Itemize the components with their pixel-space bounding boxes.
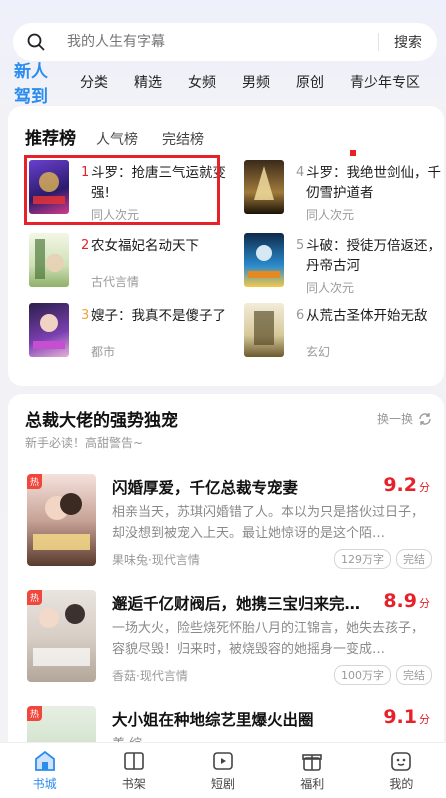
rank-number: 6: [296, 308, 305, 323]
book-cover: [244, 303, 284, 357]
section-title: 总裁大佬的强势独宠: [25, 411, 178, 431]
category-tabs: 新人驾到 分类 精选 女频 男频 原创 青少年专区: [0, 62, 446, 107]
status-badge: 完结: [396, 549, 432, 569]
red-dot-marker: [350, 150, 356, 156]
rank-tag: 古代言情: [91, 275, 140, 289]
rank-item[interactable]: 2 农女福妃名动天下 古代言情: [29, 233, 234, 303]
rank-tag: 同人次元: [306, 208, 355, 222]
hot-badge: 热: [27, 590, 43, 605]
ranking-tabs: 推荐榜 人气榜 完结榜: [25, 124, 228, 149]
section-subtitle: 新手必读！高甜警告~: [25, 436, 144, 450]
rank-title: 农女福妃名动天下: [91, 238, 199, 254]
tab-original[interactable]: 原创: [296, 72, 324, 92]
word-count-badge: 129万字: [334, 549, 391, 569]
tab-male[interactable]: 男频: [242, 72, 270, 92]
rank-item[interactable]: 3 嫂子：我真不是傻子了 都市: [29, 303, 234, 373]
refresh-icon: [419, 412, 431, 425]
highlight-box: [24, 155, 220, 225]
search-icon: [27, 23, 61, 61]
short-drama-icon: [213, 751, 233, 770]
rank-number: 2: [81, 238, 90, 253]
hot-badge: 热: [27, 706, 43, 721]
rank-item[interactable]: 4 斗罗：我绝世剑仙，千仞雪护道者 同人次元: [244, 160, 446, 230]
bottom-nav: 书城 书架 短剧 福利 我的: [0, 742, 446, 798]
book-title: 闪婚厚爱，千亿总裁专宠妻: [112, 479, 299, 497]
nav-bookshelf[interactable]: 书架: [89, 743, 178, 798]
book-score: 8.9 分: [383, 590, 430, 612]
book-score: 9.1 分: [383, 706, 430, 728]
tab-recommend-rank[interactable]: 推荐榜: [25, 124, 76, 149]
rank-title: 斗破：授徒万倍返还，丹帝古河: [306, 238, 441, 274]
tab-finished-rank[interactable]: 完结榜: [162, 129, 204, 149]
rank-item[interactable]: 6 从荒古圣体开始无敌 玄幻: [244, 303, 446, 373]
book-cover: [244, 160, 284, 214]
book-item[interactable]: 热 闪婚厚爱，千亿总裁专宠妻 9.2 分 相亲当天，苏琪闪婚错了人。本以为只是搭伙…: [8, 474, 444, 579]
rank-item[interactable]: 5 斗破：授徒万倍返还，丹帝古河 同人次元: [244, 233, 446, 303]
nav-welfare[interactable]: 福利: [268, 743, 357, 798]
book-author-genre: 香菇·现代言情: [112, 669, 188, 683]
nav-bookstore[interactable]: 书城: [0, 743, 89, 798]
rank-title: 斗罗：我绝世剑仙，千仞雪护道者: [306, 165, 441, 201]
book-author-genre: 果味兔·现代言情: [112, 553, 200, 567]
book-title: 邂逅千亿财阀后，她携三宝归来完虐…: [112, 595, 372, 613]
rank-tag: 同人次元: [306, 281, 355, 295]
book-cover: [29, 233, 69, 287]
ranking-card: 推荐榜 人气榜 完结榜 1 斗罗：抢唐三气运就变强! 同人次元 2 农女福妃名动…: [8, 106, 444, 386]
tab-featured[interactable]: 精选: [134, 72, 162, 92]
tab-category[interactable]: 分类: [80, 72, 108, 92]
tab-female[interactable]: 女频: [188, 72, 216, 92]
status-badge: 完结: [396, 665, 432, 685]
bookstore-icon: [34, 750, 55, 771]
rank-tag: 玄幻: [306, 345, 331, 359]
hot-badge: 热: [27, 474, 43, 489]
nav-short-drama[interactable]: 短剧: [178, 743, 267, 798]
book-description: 一场大火，险些烧死怀胎八月的江锦言，她失去孩子，容貌尽毁！归来时，被烧毁容的她摇…: [112, 621, 425, 657]
book-title: 大小姐在种地综艺里爆火出圈: [112, 711, 314, 729]
rank-title: 从荒古圣体开始无敌: [306, 308, 428, 324]
refresh-label: 换一换: [376, 412, 413, 426]
book-description: 相亲当天，苏琪闪婚错了人。本以为只是搭伙过日子，却没想到被宠入上天。最让她惊讶的…: [112, 505, 425, 541]
gift-icon: [302, 753, 323, 771]
book-cover: 热: [27, 590, 96, 682]
rank-tag: 都市: [91, 345, 116, 359]
book-cover: [29, 303, 69, 357]
book-cover: 热: [27, 474, 96, 566]
search-input[interactable]: [61, 23, 378, 61]
tab-youth[interactable]: 青少年专区: [350, 72, 420, 92]
profile-icon: [391, 751, 412, 771]
rank-title: 嫂子：我真不是傻子了: [91, 308, 226, 324]
rank-number: 3: [81, 308, 90, 323]
book-item[interactable]: 热 邂逅千亿财阀后，她携三宝归来完虐… 8.9 分 一场大火，险些烧死怀胎八月的江…: [8, 590, 444, 695]
word-count-badge: 100万字: [334, 665, 391, 685]
book-cover: [244, 233, 284, 287]
search-bar[interactable]: 搜索: [13, 23, 437, 61]
recommend-card: 总裁大佬的强势独宠 新手必读！高甜警告~ 换一换 热 闪婚厚爱，千亿总裁专宠妻 …: [8, 394, 444, 798]
bookshelf-icon: [123, 751, 144, 770]
rank-number: 5: [296, 238, 305, 253]
nav-me[interactable]: 我的: [357, 743, 446, 798]
book-score: 9.2 分: [383, 474, 430, 496]
search-button[interactable]: 搜索: [379, 32, 437, 52]
refresh-button[interactable]: 换一换: [377, 410, 432, 427]
rank-number: 4: [296, 165, 305, 180]
tab-newcomer[interactable]: 新人驾到: [14, 57, 60, 107]
tab-popular-rank[interactable]: 人气榜: [96, 129, 138, 149]
